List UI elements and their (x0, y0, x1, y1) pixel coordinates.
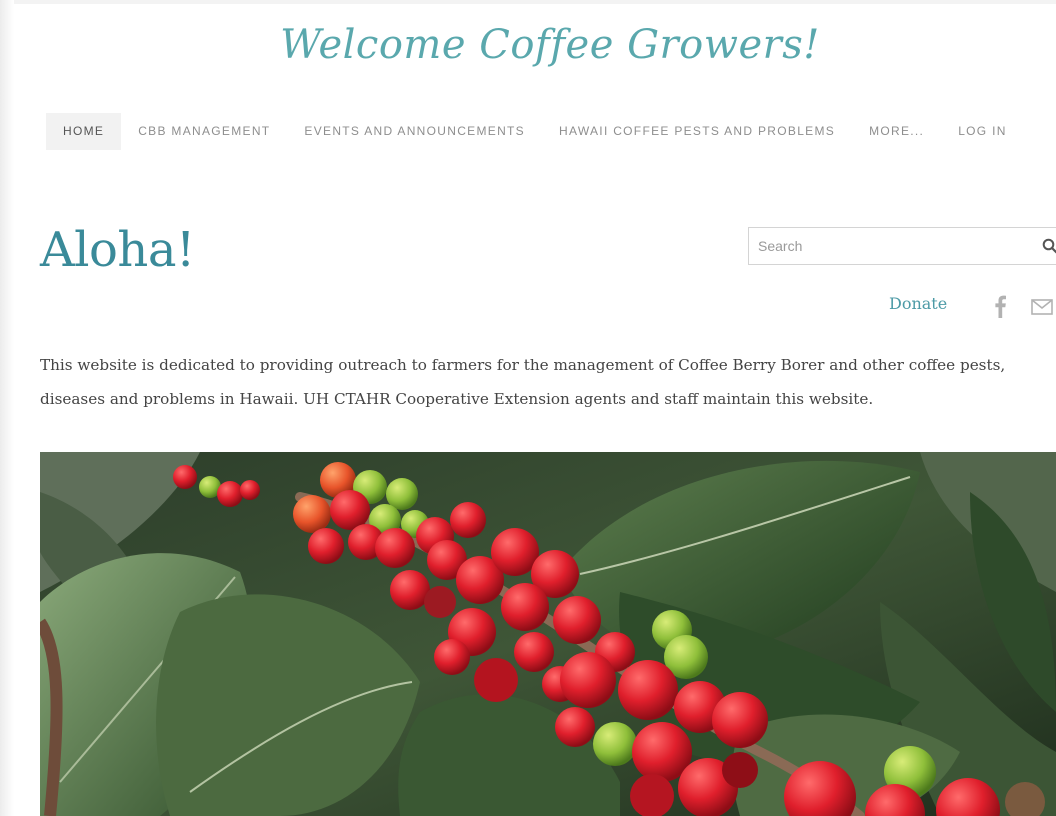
facebook-icon[interactable] (993, 294, 1007, 318)
search-box (748, 227, 1056, 265)
nav-item-login[interactable]: LOG IN (941, 113, 1023, 150)
intro-text: This website is dedicated to providing o… (40, 356, 1006, 408)
window-left-shade (0, 0, 14, 816)
search-icon[interactable] (1042, 238, 1056, 254)
nav-item-more[interactable]: MORE... (852, 113, 941, 150)
donate-link[interactable]: Donate (889, 294, 947, 313)
page-heading: Aloha! (40, 222, 195, 278)
nav-item-home[interactable]: HOME (46, 113, 122, 150)
nav-item-cbb-management[interactable]: CBB MANAGEMENT (121, 113, 287, 150)
coffee-photo-graphic (40, 452, 1056, 816)
window-top-shade (0, 0, 1056, 4)
nav-item-events[interactable]: EVENTS AND ANNOUNCEMENTS (287, 113, 542, 150)
nav-item-pests[interactable]: HAWAII COFFEE PESTS AND PROBLEMS (542, 113, 852, 150)
coffee-cherries-photo (40, 452, 1056, 816)
search-input[interactable] (758, 228, 1028, 264)
main-nav: HOME CBB MANAGEMENT EVENTS AND ANNOUNCEM… (46, 113, 1024, 150)
site-title[interactable]: Welcome Coffee Growers! (0, 22, 1056, 68)
mail-icon[interactable] (1031, 299, 1053, 315)
